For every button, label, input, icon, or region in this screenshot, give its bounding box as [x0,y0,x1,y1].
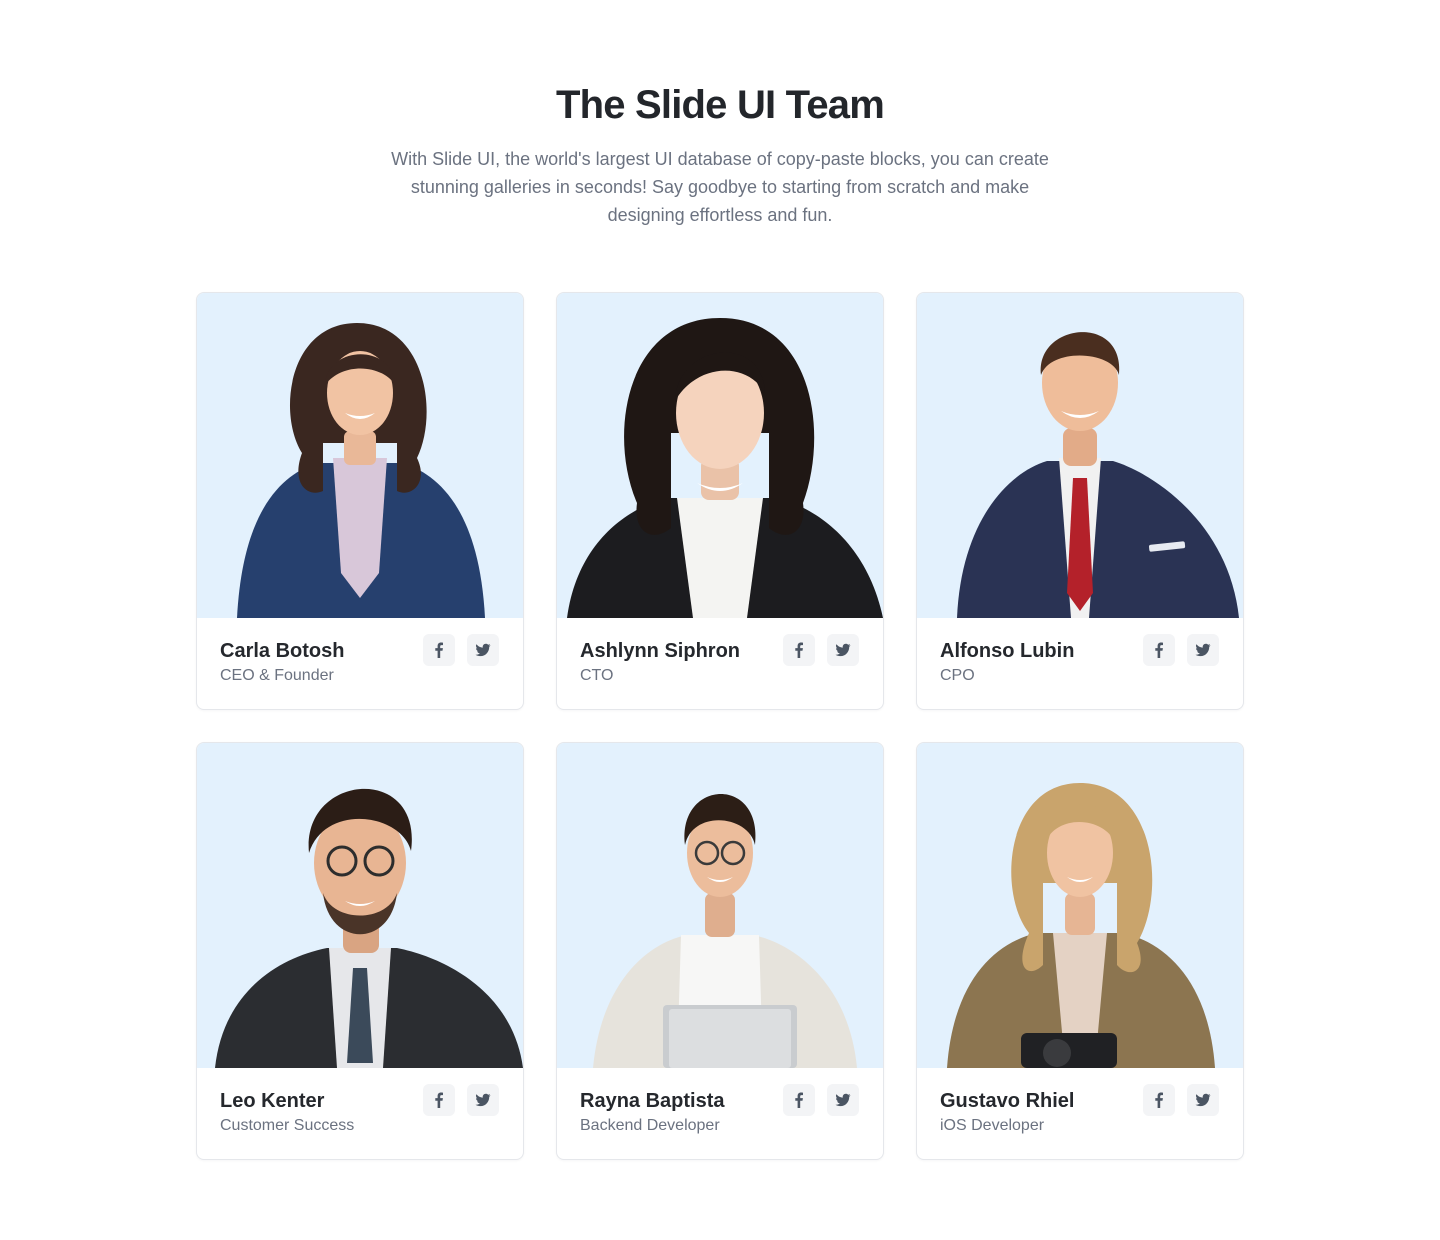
member-role: CPO [940,667,975,684]
facebook-button[interactable] [423,1084,455,1116]
member-role: Customer Success [220,1117,355,1134]
facebook-icon [795,642,803,658]
facebook-button[interactable] [783,1084,815,1116]
facebook-button[interactable] [783,634,815,666]
twitter-button[interactable] [827,634,859,666]
social-links [423,634,499,666]
twitter-icon [835,643,851,657]
member-name: Rayna Baptista [580,1090,725,1112]
twitter-icon [1195,643,1211,657]
member-photo [557,743,883,1068]
member-role: CTO [580,667,614,684]
facebook-button[interactable] [1143,634,1175,666]
team-grid: Carla Botosh CEO & Founder Ashlynn Siphr… [196,292,1244,1160]
twitter-button[interactable] [1187,1084,1219,1116]
facebook-icon [1155,642,1163,658]
team-member-card: Carla Botosh CEO & Founder [196,292,524,710]
social-links [423,1084,499,1116]
facebook-icon [795,1092,803,1108]
team-member-card: Ashlynn Siphron CTO [556,292,884,710]
member-photo [557,293,883,618]
social-links [783,1084,859,1116]
member-role: Backend Developer [580,1117,720,1134]
member-name: Leo Kenter [220,1090,325,1112]
member-info: Leo Kenter Customer Success [197,1068,523,1159]
social-links [1143,634,1219,666]
member-role: iOS Developer [940,1117,1045,1134]
team-member-card: Gustavo Rhiel iOS Developer [916,742,1244,1160]
member-name: Ashlynn Siphron [580,640,740,662]
twitter-icon [475,643,491,657]
team-section: The Slide UI Team With Slide UI, the wor… [0,0,1440,1240]
twitter-button[interactable] [467,1084,499,1116]
team-member-card: Leo Kenter Customer Success [196,742,524,1160]
section-description: With Slide UI, the world's largest UI da… [391,149,1049,225]
member-name: Gustavo Rhiel [940,1090,1075,1112]
member-role: CEO & Founder [220,667,334,684]
facebook-button[interactable] [423,634,455,666]
twitter-button[interactable] [467,634,499,666]
member-name: Carla Botosh [220,640,345,662]
twitter-icon [475,1093,491,1107]
team-member-card: Rayna Baptista Backend Developer [556,742,884,1160]
member-photo [197,743,523,1068]
member-name: Alfonso Lubin [940,640,1075,662]
member-photo [197,293,523,618]
social-links [783,634,859,666]
member-info: Carla Botosh CEO & Founder [197,618,523,709]
facebook-icon [435,642,443,658]
member-info: Gustavo Rhiel iOS Developer [917,1068,1243,1159]
team-member-card: Alfonso Lubin CPO [916,292,1244,710]
member-photo [917,743,1243,1068]
twitter-button[interactable] [827,1084,859,1116]
social-links [1143,1084,1219,1116]
section-title: The Slide UI Team [556,83,885,127]
facebook-icon [1155,1092,1163,1108]
member-photo [917,293,1243,618]
member-info: Alfonso Lubin CPO [917,618,1243,709]
twitter-button[interactable] [1187,634,1219,666]
twitter-icon [1195,1093,1211,1107]
twitter-icon [835,1093,851,1107]
member-info: Rayna Baptista Backend Developer [557,1068,883,1159]
facebook-button[interactable] [1143,1084,1175,1116]
facebook-icon [435,1092,443,1108]
member-info: Ashlynn Siphron CTO [557,618,883,709]
